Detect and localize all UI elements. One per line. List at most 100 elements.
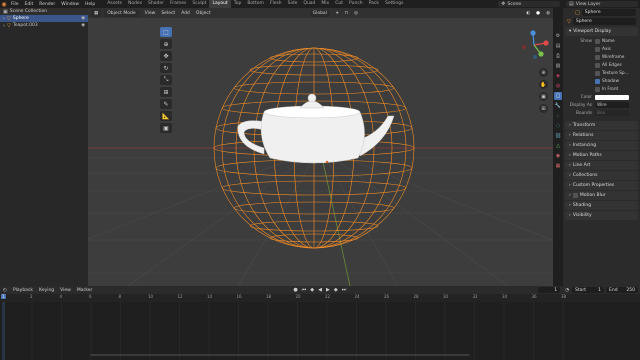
select-box-tool-icon[interactable]: ⬚ [160,27,172,37]
menu-view[interactable]: View [57,288,74,293]
object-name-field[interactable]: Sphere [581,9,636,16]
camera-icon[interactable]: ▣ [539,92,548,101]
workspace-tab-active[interactable]: Layout [209,0,231,8]
workspace-tab[interactable]: Flesh [267,0,285,8]
menu-view[interactable]: View [142,11,159,16]
menu-keying[interactable]: Keying [36,288,57,293]
3d-viewport[interactable]: ▦ Object Mode View Select Add Object Glo… [88,8,553,286]
orientation-dropdown[interactable]: Global [309,9,330,17]
annotate-tool-icon[interactable]: ✎ [160,99,172,109]
menu-help[interactable]: Help [82,2,98,7]
pivot-icon[interactable]: ⌖ [333,10,342,16]
workspace-tab[interactable]: Shader [145,0,167,8]
checkbox-row-all-edges[interactable]: All Edges [563,61,640,69]
checkbox-row-wireframe[interactable]: Wireframe [563,53,640,61]
workspace-tab[interactable]: Quad [300,0,318,8]
tool-settings-icon[interactable]: ⚙ [554,32,562,40]
checkbox[interactable] [595,86,600,92]
panel-header[interactable]: › Collections [565,171,638,180]
checkbox[interactable] [595,62,600,68]
checkbox[interactable] [595,70,600,76]
render-icon[interactable]: ▤ [554,42,562,50]
workspace-tab[interactable]: Pack [366,0,382,8]
visibility-eye-icon[interactable]: ◉ [81,23,85,28]
transform-tool-icon[interactable]: ⊞ [160,87,172,97]
snap-icon[interactable]: ⊓ [341,11,351,16]
outliner-row-sphere[interactable]: › ▽ Sphere ◉ [0,15,88,22]
workspace-tab[interactable]: Mix [318,0,332,8]
menu-edit[interactable]: Edit [22,2,37,7]
workspace-tab[interactable]: Bottom [244,0,267,8]
workspace-tab[interactable]: Side [285,0,301,8]
workspace-tab[interactable]: Nodes [125,0,145,8]
checkbox-row-name[interactable]: Show Name [563,37,640,45]
workspace-tab[interactable]: Settings [382,0,406,8]
workspace-tab[interactable]: Punch [346,0,366,8]
blender-logo-icon[interactable]: ◉ [0,0,8,8]
overlays-icon[interactable]: ◐ [523,11,533,16]
workspace-tab[interactable]: Top [231,0,245,8]
current-frame-field[interactable]: 1 [538,287,561,293]
workspace-tab[interactable]: Frames [167,0,189,8]
panel-header[interactable]: › Instancing [565,141,638,150]
play-icon[interactable]: ▶ [326,287,330,293]
timeline-editor-icon[interactable]: ◴ [0,288,10,293]
move-tool-icon[interactable]: ✥ [160,51,172,61]
menu-select[interactable]: Select [158,11,178,16]
view-layer-selector[interactable]: ▤ View Layer [566,1,638,7]
menu-add[interactable]: Add [178,11,193,16]
display-as-dropdown[interactable]: Wire [595,102,629,108]
checkbox-row-in-front[interactable]: In Front [563,85,640,93]
panel-header[interactable]: › Relations [565,131,638,140]
menu-object[interactable]: Object [193,11,214,16]
checkbox-row-shadow[interactable]: Shadow [563,77,640,85]
data-icon[interactable]: △ [554,142,562,150]
editor-type-button[interactable]: ▦ [91,9,102,17]
navigation-gizmo[interactable] [519,30,549,60]
checkbox[interactable] [595,46,600,52]
panel-viewport-display-header[interactable]: ▾ Viewport Display [565,27,638,36]
menu-file[interactable]: File [8,2,22,7]
play-reverse-icon[interactable]: ◀ [318,287,322,293]
timeline-ruler[interactable]: 2 4 6 8 10 12 14 16 18 20 22 24 26 28 30 32 34 36 38 1 [0,294,640,302]
add-cube-tool-icon[interactable]: ▣ [160,123,172,133]
panel-header[interactable]: › Motion Paths [565,151,638,160]
panel-header[interactable]: › Custom Properties [565,181,638,190]
color-swatch[interactable] [595,94,629,100]
expand-chevron-icon[interactable]: › [3,16,5,22]
panel-header[interactable]: › Motion Blur [565,191,638,200]
outliner-row-scene-collection[interactable]: ▣ Scene Collection [0,8,88,15]
menu-marker[interactable]: Marker [74,288,96,293]
jump-end-icon[interactable]: ⏭ [342,287,347,293]
panel-header[interactable]: › Line Art [565,161,638,170]
panel-header[interactable]: › Transform [565,121,638,130]
physics-icon[interactable]: ◌ [554,122,562,130]
timeline-body[interactable] [0,294,640,360]
checkbox-row-axis[interactable]: Axis [563,45,640,53]
bounds-dropdown[interactable]: Box [595,110,629,116]
shading-solid-icon[interactable]: ● [533,11,543,16]
menu-render[interactable]: Render [36,2,58,7]
start-frame-field[interactable]: Start 1 [572,287,604,293]
preview-range-icon[interactable]: ◔ [562,288,572,293]
jump-start-icon[interactable]: ⏮ [302,287,307,293]
material-icon[interactable]: ◉ [554,152,562,160]
record-icon[interactable]: ● [293,287,297,293]
panel-header[interactable]: › Shading [565,201,638,210]
prev-key-icon[interactable]: ◆ [310,287,314,293]
object-mode-dropdown[interactable]: Object Mode [104,9,139,17]
end-frame-field[interactable]: End 250 [606,287,638,293]
zoom-icon[interactable]: ⊕ [539,68,548,77]
texture-icon[interactable]: ▦ [554,162,562,170]
menu-playback[interactable]: Playback [10,288,36,293]
checkbox[interactable] [572,193,578,198]
checkbox[interactable] [595,38,600,44]
workspace-tab[interactable]: Cut [332,0,346,8]
outliner-row-teapot[interactable]: › ▽ Teapot.003 ◉ [0,22,88,29]
modifier-icon[interactable]: 🔧 [554,102,562,110]
workspace-tab[interactable]: Sculpt [189,0,209,8]
object-data-field[interactable]: Sphere [572,18,636,25]
menu-window[interactable]: Window [58,2,82,7]
constraints-icon[interactable]: ⛓ [554,132,562,140]
pan-hand-icon[interactable]: ✋ [539,80,548,89]
